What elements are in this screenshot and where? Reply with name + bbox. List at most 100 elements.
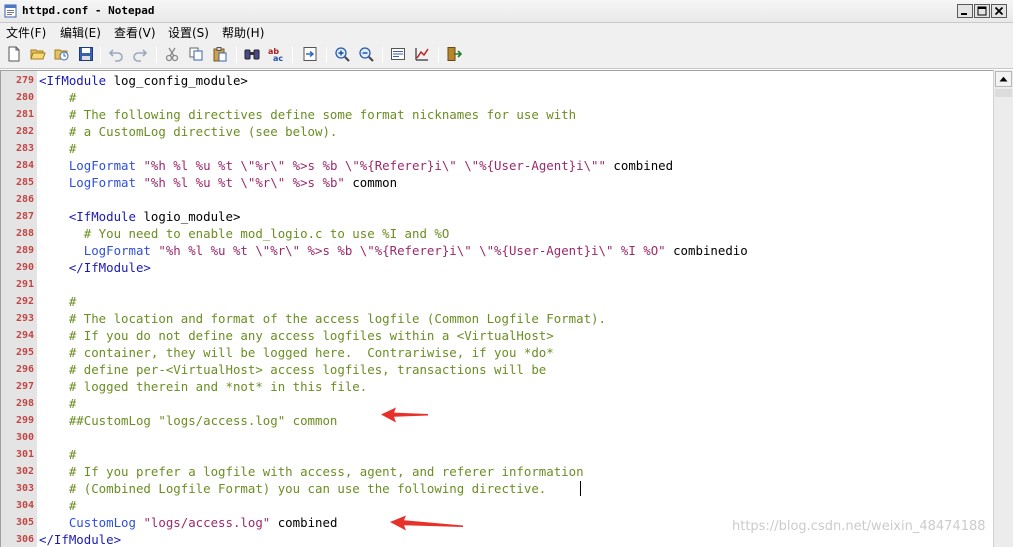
maximize-button[interactable] bbox=[974, 4, 990, 18]
menu-help[interactable]: 帮助(H) bbox=[222, 24, 264, 41]
code-token: LogFormat bbox=[39, 175, 136, 190]
new-file-icon[interactable] bbox=[6, 46, 22, 62]
code-token: </IfModule> bbox=[39, 260, 151, 275]
line-number: 297 bbox=[15, 381, 34, 392]
watermark: https://blog.csdn.net/weixin_48474188 bbox=[732, 519, 986, 534]
line-number: 286 bbox=[15, 194, 34, 205]
toolbar-separator bbox=[326, 47, 327, 63]
goto-icon[interactable] bbox=[302, 46, 318, 62]
replace-icon[interactable]: abac bbox=[268, 46, 284, 62]
code-line[interactable]: 279 <IfModule log_config_module> bbox=[1, 72, 991, 89]
annotation-arrow-icon bbox=[390, 515, 463, 531]
scroll-thumb[interactable] bbox=[995, 89, 1012, 97]
code-line[interactable]: 280 # bbox=[1, 89, 991, 106]
line-number: 306 bbox=[15, 534, 34, 545]
code-token: "logs/access.log" bbox=[135, 515, 271, 530]
code-line[interactable]: 281 # The following directives define so… bbox=[1, 106, 991, 123]
code-token: # bbox=[39, 294, 77, 309]
code-token: "%h %l %u %t \"%r\" %>s %b \"%{Referer}i… bbox=[150, 243, 666, 258]
code-line[interactable]: 298 # bbox=[1, 395, 991, 412]
code-line[interactable]: 296 # define per-<VirtualHost> access lo… bbox=[1, 361, 991, 378]
undo-icon[interactable] bbox=[108, 46, 124, 62]
code-line[interactable]: 282 # a CustomLog directive (see below). bbox=[1, 123, 991, 140]
close-button[interactable] bbox=[991, 4, 1007, 18]
line-text: # container, they will be logged here. C… bbox=[39, 344, 554, 361]
scroll-up-arrow-icon bbox=[999, 76, 1008, 82]
line-number: 305 bbox=[15, 517, 34, 528]
zoom-out-icon[interactable] bbox=[358, 46, 374, 62]
paste-icon[interactable] bbox=[212, 46, 228, 62]
code-line[interactable]: 292 # bbox=[1, 293, 991, 310]
line-number: 279 bbox=[15, 75, 34, 86]
title-bar: httpd.conf - Notepad bbox=[0, 0, 1013, 23]
line-number: 284 bbox=[15, 160, 34, 171]
redo-icon[interactable] bbox=[132, 46, 148, 62]
code-line[interactable]: 288 # You need to enable mod_logio.c to … bbox=[1, 225, 991, 242]
code-line[interactable]: 297 # logged therein and *not* in this f… bbox=[1, 378, 991, 395]
code-line[interactable]: 301 # bbox=[1, 446, 991, 463]
code-token: # If you do not define any access logfil… bbox=[39, 328, 554, 343]
line-text: # bbox=[39, 446, 76, 463]
toolbar-separator bbox=[156, 47, 157, 63]
find-icon[interactable] bbox=[244, 46, 260, 62]
code-token: ##CustomLog "logs/access.log" common bbox=[39, 413, 338, 428]
open-file-icon[interactable] bbox=[30, 46, 46, 62]
code-token: # define per-<VirtualHost> access logfil… bbox=[39, 362, 547, 377]
line-text: # bbox=[39, 497, 76, 514]
code-line[interactable]: 287 <IfModule logio_module> bbox=[1, 208, 991, 225]
editor-area[interactable]: 279 <IfModule log_config_module> 280 #281 … bbox=[0, 70, 993, 547]
cut-icon[interactable] bbox=[164, 46, 180, 62]
line-number: 302 bbox=[15, 466, 34, 477]
code-line[interactable]: 285 LogFormat "%h %l %u %t \"%r\" %>s %b… bbox=[1, 174, 991, 191]
code-line[interactable]: 286 bbox=[1, 191, 991, 208]
line-number: 298 bbox=[15, 398, 34, 409]
code-line[interactable]: 300 bbox=[1, 429, 991, 446]
code-line[interactable]: 284 LogFormat "%h %l %u %t \"%r\" %>s %b… bbox=[1, 157, 991, 174]
close-icon bbox=[994, 6, 1004, 16]
line-text: # bbox=[39, 395, 76, 412]
scroll-up-button[interactable] bbox=[995, 71, 1012, 87]
reload-icon[interactable] bbox=[54, 46, 70, 62]
code-line[interactable]: 283 # bbox=[1, 140, 991, 157]
scheme-icon[interactable] bbox=[414, 46, 430, 62]
line-text: # The following directives define some f… bbox=[39, 106, 576, 123]
code-line[interactable]: 294 # If you do not define any access lo… bbox=[1, 327, 991, 344]
code-line[interactable]: 290 </IfModule> bbox=[1, 259, 991, 276]
line-number: 282 bbox=[15, 126, 34, 137]
code-token: # bbox=[39, 498, 77, 513]
line-text: # (Combined Logfile Format) you can use … bbox=[39, 480, 546, 497]
code-line[interactable]: 295 # container, they will be logged her… bbox=[1, 344, 991, 361]
code-line[interactable]: 289 LogFormat "%h %l %u %t \"%r\" %>s %b… bbox=[1, 242, 991, 259]
copy-icon[interactable] bbox=[188, 46, 204, 62]
code-token: # The following directives define some f… bbox=[39, 107, 577, 122]
vertical-scrollbar[interactable] bbox=[993, 70, 1013, 547]
line-number: 294 bbox=[15, 330, 34, 341]
code-token: # bbox=[39, 396, 77, 411]
exit-icon[interactable] bbox=[446, 46, 462, 62]
line-text: </IfModule> bbox=[39, 259, 151, 276]
minimize-button[interactable] bbox=[957, 4, 973, 18]
line-text: # bbox=[39, 293, 76, 310]
line-text: # You need to enable mod_logio.c to use … bbox=[39, 225, 450, 242]
code-line[interactable]: 291 bbox=[1, 276, 991, 293]
save-icon[interactable] bbox=[78, 46, 94, 62]
line-number: 285 bbox=[15, 177, 34, 188]
code-line[interactable]: 304 # bbox=[1, 497, 991, 514]
line-text: LogFormat "%h %l %u %t \"%r\" %>s %b \"%… bbox=[39, 242, 748, 259]
code-line[interactable]: 293 # The location and format of the acc… bbox=[1, 310, 991, 327]
menu-view[interactable]: 查看(V) bbox=[114, 24, 156, 41]
zoom-in-icon[interactable] bbox=[334, 46, 350, 62]
code-line[interactable]: 303 # (Combined Logfile Format) you can … bbox=[1, 480, 991, 497]
line-number: 296 bbox=[15, 364, 34, 375]
word-wrap-icon[interactable] bbox=[390, 46, 406, 62]
menu-settings[interactable]: 设置(S) bbox=[168, 24, 209, 41]
code-token: # (Combined Logfile Format) you can use … bbox=[39, 481, 547, 496]
code-line[interactable]: 299 ##CustomLog "logs/access.log" common bbox=[1, 412, 991, 429]
line-number: 301 bbox=[15, 449, 34, 460]
menu-edit[interactable]: 编辑(E) bbox=[60, 24, 101, 41]
code-token: common bbox=[344, 175, 398, 190]
code-token: logio_module> bbox=[135, 209, 241, 224]
code-token: </IfModule> bbox=[39, 532, 122, 547]
menu-file[interactable]: 文件(F) bbox=[6, 24, 46, 41]
code-line[interactable]: 302 # If you prefer a logfile with acces… bbox=[1, 463, 991, 480]
